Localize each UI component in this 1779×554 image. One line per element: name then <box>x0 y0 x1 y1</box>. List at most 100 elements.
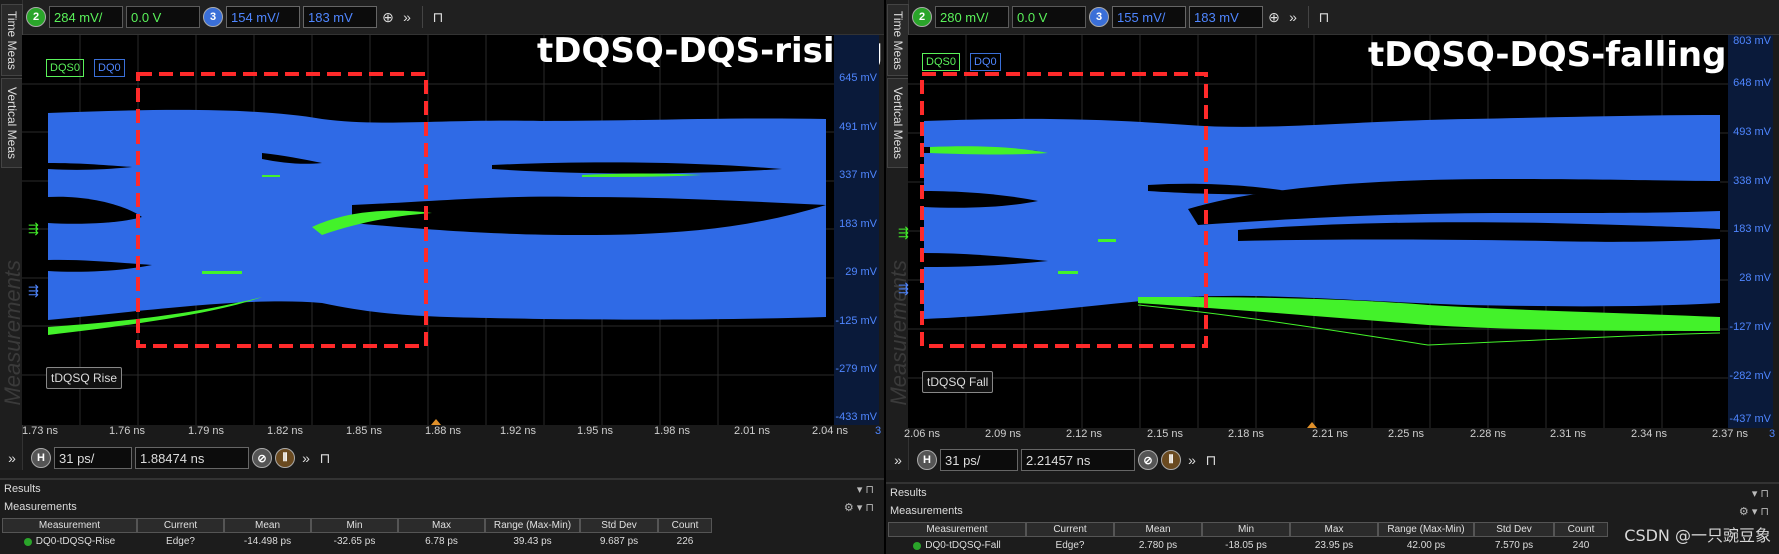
pin-icon[interactable]: ⊓ <box>430 9 446 26</box>
tab-time-meas[interactable]: Time Meas <box>887 4 909 76</box>
status-dot <box>23 537 32 546</box>
col-header[interactable]: Range (Max-Min) <box>1378 522 1474 537</box>
horizontal-controls: » H 31 ps/ 1.88474 ns ⊘ ⦀ » ⊓ <box>4 444 333 472</box>
expand-icon[interactable]: » <box>1184 452 1200 468</box>
timebase-position-field[interactable]: 2.21457 ns <box>1021 449 1135 471</box>
measurement-tag[interactable]: tDQSQ Fall <box>922 371 994 393</box>
col-header[interactable]: Count <box>1554 522 1608 537</box>
trigger-left-icon-2[interactable]: ⇶ <box>898 281 909 297</box>
x-tick: 2.34 ns <box>1630 428 1668 440</box>
col-header[interactable]: Current <box>137 518 224 533</box>
horizontal-badge[interactable]: H <box>917 450 937 470</box>
measurement-tag[interactable]: tDQSQ Rise <box>46 367 123 389</box>
trigger-left-icon-2[interactable]: ⇶ <box>28 283 39 299</box>
x-tick-end: 3 <box>1768 428 1776 440</box>
pin-icon[interactable]: ⊓ <box>1203 452 1219 469</box>
x-tick: 1.95 ns <box>576 425 614 437</box>
expand-left-icon[interactable]: » <box>890 452 906 468</box>
add-channel-icon[interactable]: ⊕ <box>380 9 396 26</box>
channel-controls: 2 284 mV/ 0.0 V 3 154 mV/ 183 mV ⊕ » ⊓ <box>26 4 446 30</box>
pin-icon[interactable]: ▾ ⊓ <box>1752 487 1769 500</box>
col-header[interactable]: Measurement <box>2 518 137 533</box>
ch2-scale-field[interactable]: 280 mV/ <box>935 6 1009 28</box>
add-channel-icon[interactable]: ⊕ <box>1266 9 1282 26</box>
timebase-scale-field[interactable]: 31 ps/ <box>940 449 1018 471</box>
settings-icon[interactable]: ⚙ ▾ ⊓ <box>844 501 874 514</box>
results-title: Results <box>4 483 41 495</box>
channel-3-badge[interactable]: 3 <box>203 7 223 27</box>
x-tick: 1.98 ns <box>653 425 691 437</box>
row-cell: -18.05 ps <box>1225 540 1267 551</box>
acquire-icon[interactable]: ⦀ <box>1161 450 1181 470</box>
row-cell: Edge? <box>1055 540 1085 551</box>
y-tick: -437 mV <box>1729 413 1771 425</box>
ch2-scale-field[interactable]: 284 mV/ <box>49 6 123 28</box>
pin-icon[interactable]: ▾ ⊓ <box>857 483 874 496</box>
horizontal-controls: » H 31 ps/ 2.21457 ns ⊘ ⦀ » ⊓ <box>890 446 1219 474</box>
channel-2-badge[interactable]: 2 <box>26 7 46 27</box>
expand-icon[interactable]: » <box>298 450 314 466</box>
col-header[interactable]: Count <box>658 518 712 533</box>
channel-2-badge[interactable]: 2 <box>912 7 932 27</box>
col-header[interactable]: Max <box>1290 522 1378 537</box>
y-tick: 28 mV <box>1739 272 1771 284</box>
results-header: Results ▾ ⊓ <box>0 480 884 498</box>
ch2-offset-field[interactable]: 0.0 V <box>1012 6 1086 28</box>
tab-vertical-meas[interactable]: Vertical Meas <box>887 78 909 168</box>
table-row-name[interactable]: DQ0-tDQSQ-Fall <box>888 538 1026 553</box>
expand-left-icon[interactable]: » <box>4 450 20 466</box>
y-tick: -282 mV <box>1729 370 1771 382</box>
measurement-table: Measurement Current Mean Min Max Range (… <box>2 518 882 554</box>
x-tick: 2.04 ns <box>811 425 849 437</box>
waveform-area[interactable]: DQS0 DQ0 tDQSQ-DQS-falling tDQSQ Fall ⇶ … <box>898 35 1728 428</box>
col-header[interactable]: Range (Max-Min) <box>485 518 580 533</box>
expand-icon[interactable]: » <box>1285 9 1301 25</box>
col-header[interactable]: Mean <box>224 518 311 533</box>
ch3-scale-field[interactable]: 154 mV/ <box>226 6 300 28</box>
timebase-scale-field[interactable]: 31 ps/ <box>54 447 132 469</box>
tab-vertical-meas[interactable]: Vertical Meas <box>1 78 23 168</box>
scope-title: tDQSQ-DQS-falling <box>1368 35 1727 75</box>
channel-3-badge[interactable]: 3 <box>1089 7 1109 27</box>
settings-icon[interactable]: ⚙ ▾ ⊓ <box>1739 505 1769 518</box>
waveform-area[interactable]: DQS0 DQ0 tDQSQ-DQS-rising tDQSQ Rise ⇶ ⇶ <box>22 31 883 425</box>
zoom-icon[interactable]: ⊘ <box>1138 450 1158 470</box>
x-tick: 2.15 ns <box>1146 428 1184 440</box>
col-header[interactable]: Mean <box>1114 522 1202 537</box>
col-header[interactable]: Std Dev <box>1474 522 1554 537</box>
acquire-icon[interactable]: ⦀ <box>275 448 295 468</box>
row-cell: Edge? <box>166 536 195 547</box>
timebase-position-field[interactable]: 1.88474 ns <box>135 447 249 469</box>
dqs0-legend: DQS0 <box>922 53 960 71</box>
horizontal-badge[interactable]: H <box>31 448 51 468</box>
col-header[interactable]: Max <box>398 518 485 533</box>
scope-panel-left: 2 284 mV/ 0.0 V 3 154 mV/ 183 mV ⊕ » ⊓ T… <box>0 0 884 554</box>
col-header[interactable]: Measurement <box>888 522 1026 537</box>
row-cell: DQ0-tDQSQ-Fall <box>925 540 1001 551</box>
row-cell: 240 <box>1572 540 1590 551</box>
row-cell: 39.43 ps <box>513 536 552 547</box>
trigger-left-icon[interactable]: ⇶ <box>898 225 909 241</box>
trigger-left-icon[interactable]: ⇶ <box>28 221 39 237</box>
col-header[interactable]: Current <box>1026 522 1114 537</box>
ch3-offset-field[interactable]: 183 mV <box>1189 6 1263 28</box>
row-cell: 9.687 ps <box>599 536 639 547</box>
pin-icon[interactable]: ⊓ <box>1316 9 1332 26</box>
col-header[interactable]: Min <box>1202 522 1290 537</box>
pin-icon[interactable]: ⊓ <box>317 450 333 467</box>
zoom-icon[interactable]: ⊘ <box>252 448 272 468</box>
col-header[interactable]: Min <box>311 518 398 533</box>
ch3-offset-field[interactable]: 183 mV <box>303 6 377 28</box>
row-cell: 226 <box>676 536 694 547</box>
measurements-header: Measurements ⚙ ▾ ⊓ <box>886 502 1779 520</box>
table-row-name[interactable]: DQ0-tDQSQ-Rise <box>2 534 137 549</box>
expand-icon[interactable]: » <box>399 9 415 25</box>
x-tick: 1.73 ns <box>21 425 59 437</box>
x-tick: 2.25 ns <box>1387 428 1425 440</box>
y-tick: -125 mV <box>835 315 877 327</box>
ch2-offset-field[interactable]: 0.0 V <box>126 6 200 28</box>
col-header[interactable]: Std Dev <box>580 518 658 533</box>
tab-time-meas[interactable]: Time Meas <box>1 4 23 76</box>
ch3-scale-field[interactable]: 155 mV/ <box>1112 6 1186 28</box>
channel-controls: 2 280 mV/ 0.0 V 3 155 mV/ 183 mV ⊕ » ⊓ <box>912 4 1332 30</box>
